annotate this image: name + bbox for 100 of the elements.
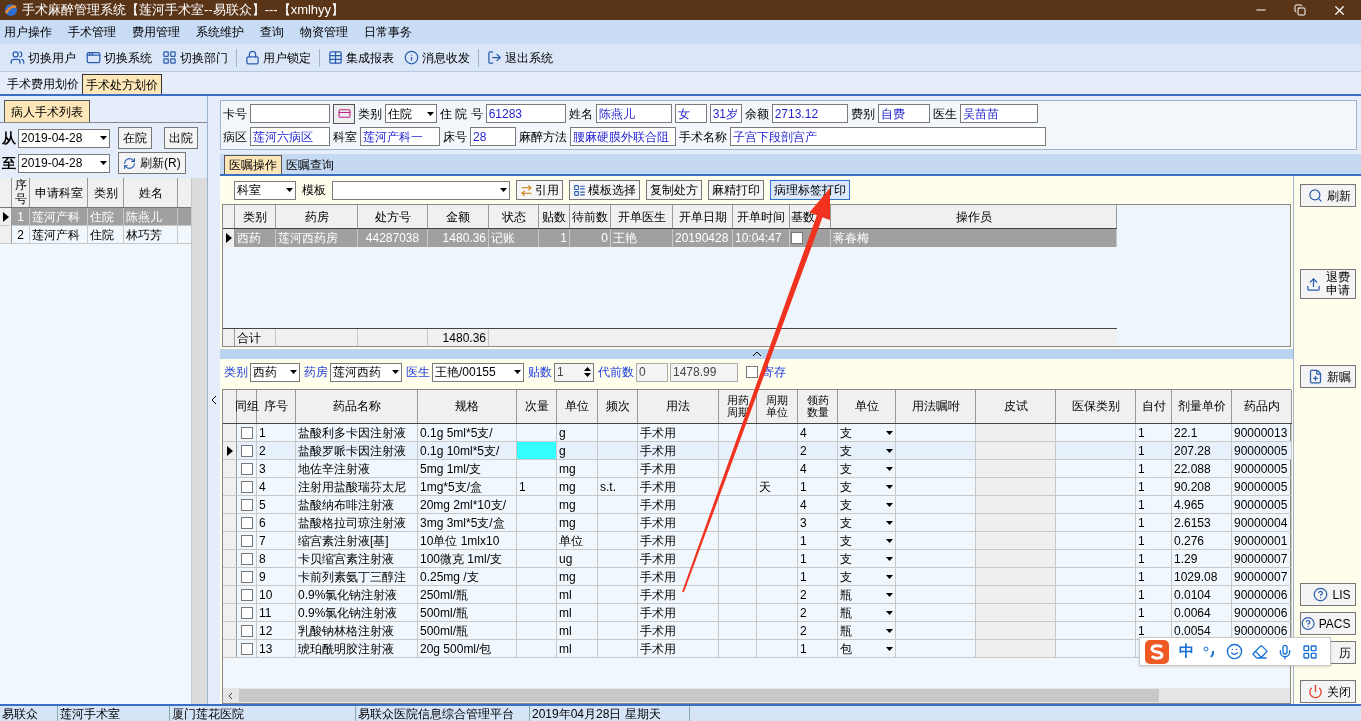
input-field[interactable]: 自费 — [877, 104, 930, 123]
menu-item[interactable]: 查询 — [260, 23, 284, 41]
unit-select[interactable]: 支 — [838, 496, 896, 513]
checkbox[interactable] — [240, 624, 253, 637]
toolbar-button[interactable]: 模板选择 — [569, 180, 640, 200]
discharged-button[interactable]: 出院 — [164, 127, 198, 149]
input-field[interactable] — [250, 104, 330, 123]
unit-select[interactable]: 瓶 — [838, 604, 896, 621]
toolbar-button[interactable]: 退出系统 — [485, 46, 555, 69]
unit-select[interactable]: 支 — [838, 568, 896, 585]
restore-icon[interactable] — [1294, 4, 1306, 16]
row-header[interactable] — [0, 208, 12, 225]
input-field[interactable]: 莲河六病区 — [250, 127, 330, 146]
side-button[interactable]: 关闭 — [1299, 680, 1356, 703]
side-button[interactable]: 退费申请 — [1299, 269, 1356, 299]
scrollbar-thumb[interactable] — [239, 689, 1159, 702]
checkbox[interactable] — [240, 444, 253, 457]
table-row[interactable]: 4 注射用盐酸瑞芬太尼 1mg*5支/盒 1 mg s.t. 手术用 天 1 支 1 90.208 90000005 — [223, 478, 1292, 496]
vertical-scrollbar[interactable] — [191, 178, 207, 704]
menu-item[interactable]: 日常事务 — [364, 23, 412, 41]
toolbar-button[interactable]: 麻精打印 — [708, 180, 764, 200]
table-row[interactable]: 2 莲河产科 住院 林巧芳 — [0, 226, 191, 244]
select-field[interactable]: 西药 — [250, 362, 300, 382]
input-field[interactable]: 腰麻硬膜外联合阻 — [570, 127, 676, 146]
tab[interactable]: 手术费用划价 — [4, 74, 82, 94]
tab[interactable]: 病人手术列表 — [4, 100, 90, 122]
in-hospital-button[interactable]: 在院 — [118, 127, 152, 149]
unit-select[interactable]: 瓶 — [838, 586, 896, 603]
input-field[interactable]: 陈燕儿 — [595, 104, 672, 123]
input-field[interactable]: 0 — [636, 362, 668, 382]
table-row[interactable]: 6 盐酸格拉司琼注射液 3mg 3ml*5支/盒 mg 手术用 3 支 1 2.6153 90000004 — [223, 514, 1292, 532]
unit-select[interactable]: 支 — [838, 550, 896, 567]
date-picker[interactable]: 2019-04-28 — [18, 153, 110, 173]
table-row[interactable]: 5 盐酸纳布啡注射液 20mg 2ml*10支/ mg 手术用 4 支 1 4.965 90000005 — [223, 496, 1292, 514]
unit-select[interactable]: 支 — [838, 478, 896, 495]
checkbox[interactable] — [240, 462, 253, 475]
checkbox[interactable] — [240, 480, 253, 493]
table-row[interactable]: 2 盐酸罗哌卡因注射液 0.1g 10ml*5支/ g 手术用 2 支 1 207.28 90000005 — [223, 442, 1292, 460]
horizontal-scrollbar[interactable] — [223, 688, 1290, 703]
toolbar-button[interactable]: 消息收发 — [402, 46, 472, 69]
unit-select[interactable]: 瓶 — [838, 622, 896, 639]
checkbox[interactable] — [240, 588, 253, 601]
checkbox[interactable] — [240, 534, 253, 547]
unit-select[interactable]: 支 — [838, 460, 896, 477]
input-field[interactable]: 2713.12 — [771, 104, 848, 123]
toolbar-button[interactable]: 切换系统 — [84, 46, 154, 69]
checkbox[interactable] — [240, 642, 253, 655]
row-header[interactable] — [223, 442, 237, 459]
checkbox[interactable] — [240, 552, 253, 565]
select-field[interactable] — [332, 180, 510, 200]
table-row[interactable]: 8 卡贝缩宫素注射液 100微克 1ml/支 ug 手术用 1 支 1 1.29 90000007 — [223, 550, 1292, 568]
table-row[interactable]: 9 卡前列素氨丁三醇注 0.25mg /支 mg 手术用 1 支 1 1029.08 90000007 — [223, 568, 1292, 586]
side-button[interactable]: 刷新 — [1299, 184, 1356, 207]
card-reader-button[interactable] — [333, 103, 355, 124]
select-field[interactable]: 住院 — [385, 104, 437, 123]
unit-select[interactable]: 支 — [838, 442, 896, 459]
select-field[interactable]: 科室 — [234, 180, 296, 200]
table-row[interactable]: 10 0.9%氯化钠注射液 250ml/瓶 ml 手术用 2 瓶 1 0.0104 90000006 — [223, 586, 1292, 604]
side-button[interactable]: PACS — [1299, 612, 1356, 635]
unit-select[interactable]: 支 — [838, 532, 896, 549]
checkbox[interactable] — [240, 606, 253, 619]
checkbox[interactable] — [240, 426, 253, 439]
toolbar-button[interactable]: 切换部门 — [160, 46, 230, 69]
side-button[interactable]: LIS — [1299, 583, 1356, 606]
menu-item[interactable]: 用户操作 — [4, 23, 52, 41]
unit-select[interactable]: 包 — [838, 640, 896, 657]
tab[interactable]: 医嘱查询 — [282, 155, 338, 174]
input-field[interactable]: 女 — [674, 104, 707, 123]
checkbox[interactable] — [240, 570, 253, 583]
checkbox[interactable] — [240, 498, 253, 511]
menu-item[interactable]: 费用管理 — [132, 23, 180, 41]
input-field[interactable]: 1478.99 — [670, 362, 738, 382]
menu-item[interactable]: 系统维护 — [196, 23, 244, 41]
checkbox[interactable] — [746, 366, 758, 378]
date-picker[interactable]: 2019-04-28 — [18, 128, 110, 148]
input-field[interactable]: 莲河产科一 — [360, 127, 440, 146]
table-row[interactable]: 3 地佐辛注射液 5mg 1ml/支 mg 手术用 4 支 1 22.088 90000005 — [223, 460, 1292, 478]
unit-select[interactable]: 支 — [838, 424, 896, 441]
side-button[interactable]: 新嘱 — [1299, 365, 1356, 388]
tab[interactable]: 手术处方划价 — [82, 74, 162, 94]
checkbox[interactable] — [791, 232, 803, 244]
spinner-field[interactable]: 1 — [554, 362, 594, 382]
menu-item[interactable]: 物资管理 — [300, 23, 348, 41]
collapse-icon[interactable] — [211, 395, 217, 405]
toolbar-button[interactable]: 复制处方 — [646, 180, 702, 200]
input-field[interactable]: 28 — [470, 127, 516, 146]
toolbar-button[interactable]: 集成报表 — [326, 46, 396, 69]
toolbar-button[interactable]: 病理标签打印 — [770, 180, 850, 200]
menu-item[interactable]: 手术管理 — [68, 23, 116, 41]
unit-select[interactable]: 支 — [838, 514, 896, 531]
collapse-icon[interactable] — [751, 351, 762, 357]
input-field[interactable]: 子宫下段剖宫产 — [730, 127, 1046, 146]
tab[interactable]: 医嘱操作 — [224, 155, 282, 174]
select-field[interactable]: 莲河西药 — [330, 362, 402, 382]
checkbox[interactable] — [240, 516, 253, 529]
toolbar-button[interactable]: 切换用户 — [8, 46, 78, 69]
row-header[interactable] — [223, 229, 235, 247]
toolbar-button[interactable]: 用户锁定 — [243, 46, 313, 69]
toolbar-button[interactable]: 引用 — [516, 180, 563, 200]
input-field[interactable]: 吴苗苗 — [959, 104, 1038, 123]
